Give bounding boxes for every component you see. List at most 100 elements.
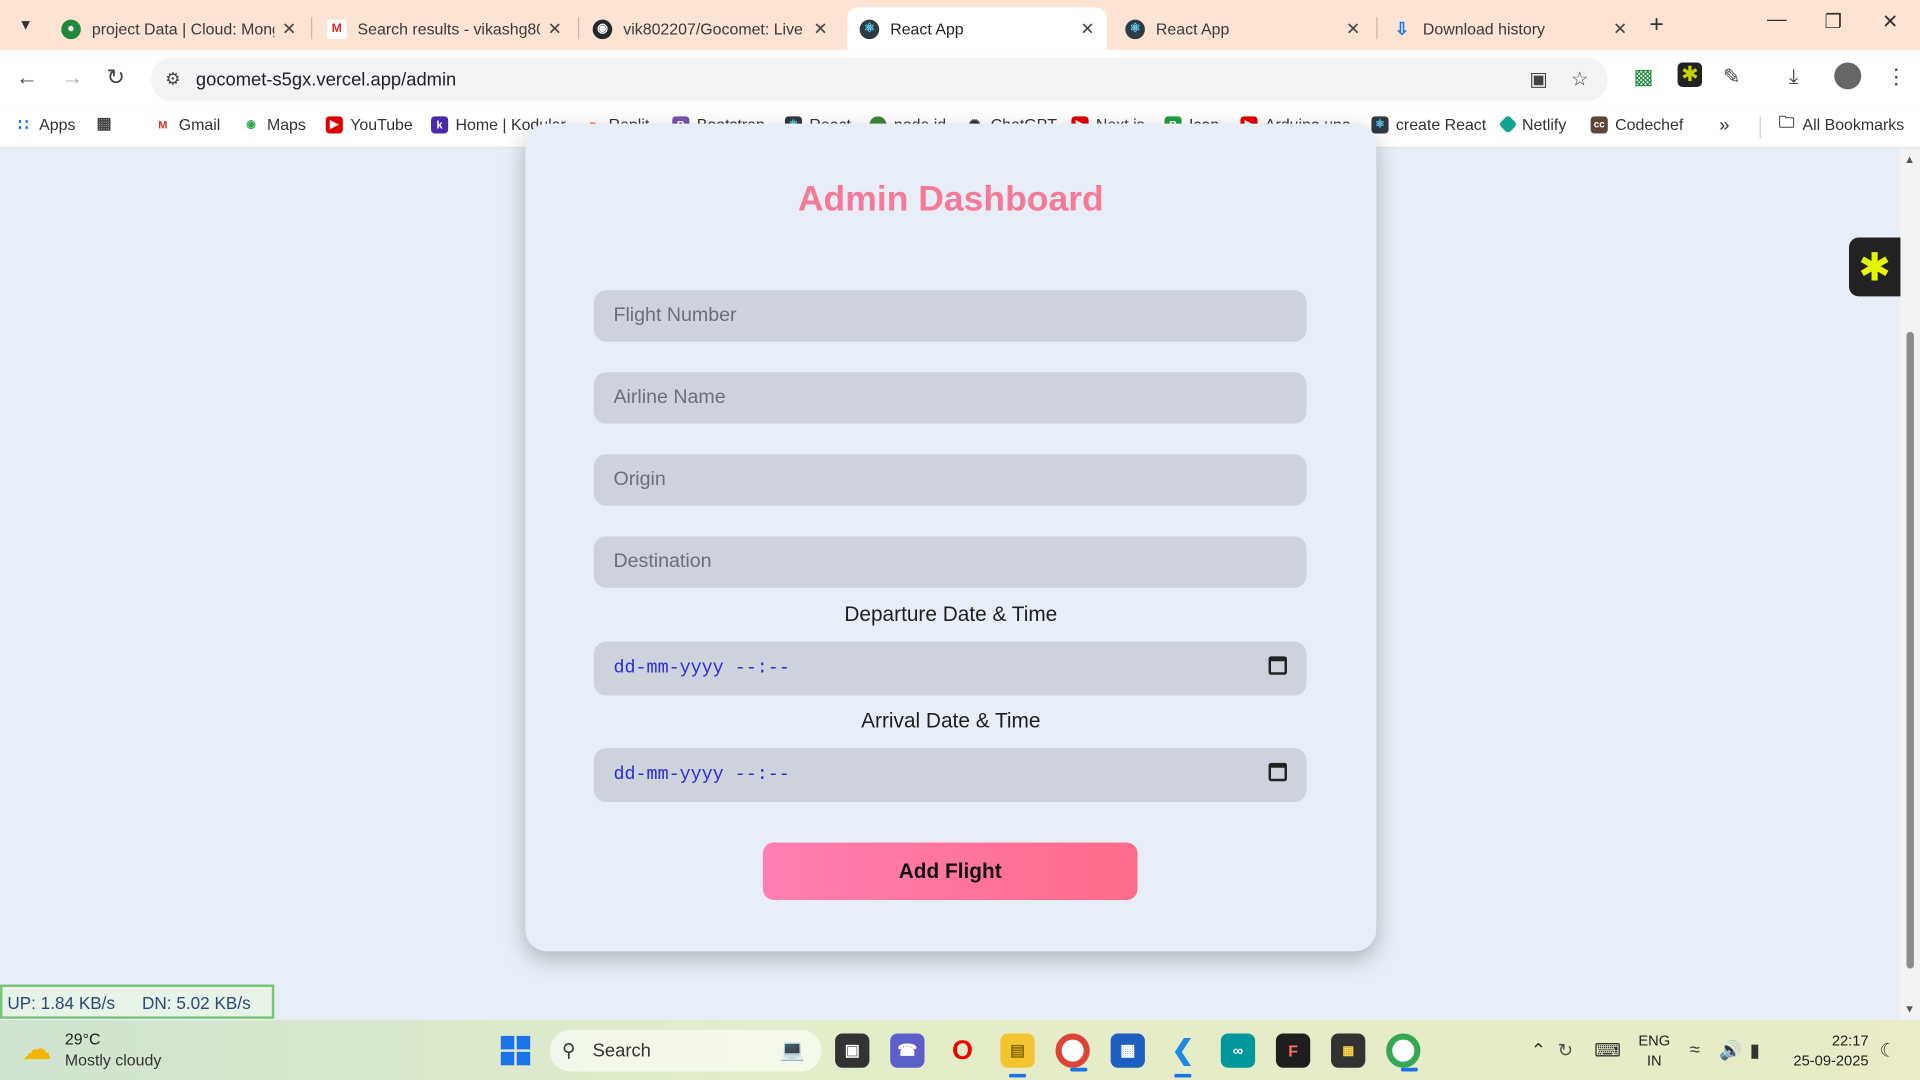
taskbar-search-box[interactable]: ⚲ Search 💻: [549, 1029, 822, 1072]
opera-icon[interactable]: O: [945, 1033, 979, 1067]
tab-title: React App: [1155, 19, 1230, 38]
search-icon: ⚲: [562, 1040, 576, 1062]
tab-mongodb[interactable]: ● project Data | Cloud: Mong ✕: [49, 7, 309, 50]
microsoft-store-icon[interactable]: ▦: [1110, 1033, 1145, 1068]
close-icon[interactable]: ✕: [813, 18, 827, 39]
bookmark-youtube[interactable]: ▶ YouTube: [325, 115, 413, 134]
profile-avatar[interactable]: [1834, 62, 1862, 90]
chrome-icon[interactable]: [1055, 1033, 1090, 1072]
page-title: Admin Dashboard: [797, 180, 1104, 220]
extension-asterisk-icon[interactable]: ✱: [1677, 62, 1703, 87]
clock-time: 22:17: [1831, 1032, 1869, 1050]
add-flight-button[interactable]: Add Flight: [762, 842, 1138, 901]
scroll-down-arrow-icon[interactable]: ▼: [1904, 1003, 1915, 1015]
minimize-icon[interactable]: —: [1767, 10, 1787, 32]
calendar-icon[interactable]: [1268, 656, 1287, 675]
bookmark-codechef[interactable]: cc Codechef: [1590, 115, 1683, 133]
more-bookmarks-chevron-icon[interactable]: »: [1719, 115, 1729, 136]
airline-name-input[interactable]: [593, 372, 1307, 424]
downloads-icon[interactable]: ⤓: [1789, 65, 1798, 89]
tab-github[interactable]: ◉ vik802207/Gocomet: Live F ✕: [580, 7, 840, 50]
scroll-up-arrow-icon[interactable]: ▲: [1904, 153, 1915, 165]
extension-chart-icon[interactable]: ▩: [1633, 65, 1653, 89]
file-explorer-icon[interactable]: ▤: [1000, 1033, 1035, 1078]
departure-datetime-input[interactable]: dd-mm-yyyy --:--: [593, 641, 1307, 696]
floating-extension-asterisk-icon[interactable]: ✱: [1848, 237, 1901, 297]
origin-input[interactable]: [593, 454, 1307, 506]
restore-icon[interactable]: ❐: [1825, 10, 1843, 34]
vscode-icon[interactable]: ❮: [1166, 1033, 1200, 1078]
bookmark-star-icon[interactable]: ☆: [1571, 67, 1589, 91]
github-icon: ◉: [592, 18, 613, 39]
forward-arrow-icon[interactable]: →: [61, 65, 83, 91]
taskbar-search-label: Search: [592, 1040, 651, 1062]
url-text[interactable]: gocomet-s5gx.vercel.app/admin: [196, 70, 456, 91]
language-code: ENG: [1638, 1032, 1671, 1050]
arduino-ide-icon[interactable]: ∞: [1220, 1033, 1256, 1068]
notifications-icon[interactable]: ☾: [1880, 1040, 1896, 1062]
close-icon[interactable]: ✕: [1346, 18, 1360, 39]
close-icon[interactable]: ✕: [1080, 18, 1094, 39]
address-bar[interactable]: ⚙ gocomet-s5gx.vercel.app/admin ▣ ☆: [150, 57, 1608, 102]
scrollbar-thumb[interactable]: [1906, 331, 1914, 969]
close-icon[interactable]: ✕: [548, 18, 562, 39]
bookmark-gmail[interactable]: M Gmail: [154, 115, 220, 133]
extensions-puzzle-icon[interactable]: ✎: [1723, 65, 1740, 89]
wifi-icon[interactable]: ≈: [1690, 1040, 1700, 1061]
arrival-datetime-input[interactable]: dd-mm-yyyy --:--: [593, 748, 1307, 803]
bookmark-label: Maps: [266, 115, 306, 134]
bookmark-netlify[interactable]: Netlify: [1498, 114, 1566, 134]
language-indicator[interactable]: ENG IN: [1638, 1031, 1670, 1070]
bookmark-maps[interactable]: ◉ Maps: [242, 115, 306, 134]
volume-icon[interactable]: 🔊: [1719, 1040, 1742, 1062]
search-highlight-icon: 💻: [780, 1040, 805, 1062]
all-bookmarks-folder[interactable]: 🗀 All Bookmarks: [1778, 112, 1905, 133]
bookmark-label: Apps: [39, 115, 76, 134]
gmail-icon: M: [158, 118, 168, 131]
window-close-icon[interactable]: ✕: [1882, 10, 1898, 34]
tab-separator: [311, 17, 313, 40]
tab-download-history[interactable]: ⇩ Download history ✕: [1380, 7, 1640, 50]
back-arrow-icon[interactable]: ←: [16, 65, 38, 91]
site-info-icon[interactable]: ⚙: [165, 69, 180, 90]
teams-chat-icon[interactable]: ☎: [890, 1033, 925, 1068]
figma-icon[interactable]: F: [1275, 1033, 1311, 1068]
youtube-icon: ▶: [325, 115, 343, 133]
arrival-datetime-value: dd-mm-yyyy --:--: [613, 764, 790, 785]
tab-react-app[interactable]: ⚛ React App ✕: [1113, 7, 1373, 50]
page-scrollbar[interactable]: ▲ ▼: [1900, 148, 1920, 1021]
close-icon[interactable]: ✕: [1613, 18, 1627, 39]
app-chip-icon[interactable]: ▦: [1331, 1033, 1366, 1068]
task-view-icon[interactable]: ▣: [835, 1033, 870, 1068]
flight-number-input[interactable]: [593, 290, 1307, 342]
netlify-icon: [1498, 114, 1518, 134]
calendar-icon[interactable]: [1268, 762, 1287, 782]
admin-form-card: Admin Dashboard Departure Date & Time dd…: [525, 123, 1377, 952]
tab-title: vik802207/Gocomet: Live F: [623, 19, 807, 38]
keyboard-icon[interactable]: ⌨: [1594, 1040, 1621, 1062]
install-app-icon[interactable]: ▣: [1529, 67, 1548, 91]
bookmark-create-react[interactable]: ⚛ create React: [1371, 115, 1486, 133]
bookmark-apps[interactable]: ∷ Apps: [15, 114, 76, 134]
windows-start-icon[interactable]: [500, 1035, 531, 1066]
menu-kebab-icon[interactable]: ⋮: [1886, 65, 1907, 89]
sync-icon[interactable]: ↻: [1558, 1040, 1573, 1062]
close-icon[interactable]: ✕: [282, 18, 296, 39]
reload-icon[interactable]: ↻: [107, 65, 125, 91]
bookmarks-divider: [1759, 116, 1761, 139]
system-clock[interactable]: 22:17 25-09-2025: [1788, 1031, 1869, 1070]
tab-gmail-search[interactable]: M Search results - vikashg802 ✕: [315, 7, 575, 50]
battery-icon[interactable]: ▮: [1750, 1040, 1760, 1062]
chrome-profile-icon[interactable]: [1386, 1033, 1421, 1072]
react-icon: ⚛: [1125, 18, 1145, 39]
tab-strip: ▼ ● project Data | Cloud: Mong ✕ M Searc…: [0, 0, 1920, 51]
tab-search-chevron-icon[interactable]: ▼: [10, 9, 42, 41]
download-icon: ⇩: [1394, 18, 1410, 38]
new-tab-plus-icon[interactable]: +: [1649, 11, 1663, 39]
destination-input[interactable]: [593, 536, 1307, 588]
tab-react-app-active[interactable]: ⚛ React App ✕: [847, 7, 1107, 51]
upload-speed: UP: 1.84 KB/s: [7, 993, 116, 1013]
show-hidden-icons-chevron-icon[interactable]: ⌃: [1531, 1040, 1546, 1062]
bookmark-tab-groups[interactable]: ▦: [96, 114, 120, 132]
bookmark-label: YouTube: [350, 115, 413, 134]
